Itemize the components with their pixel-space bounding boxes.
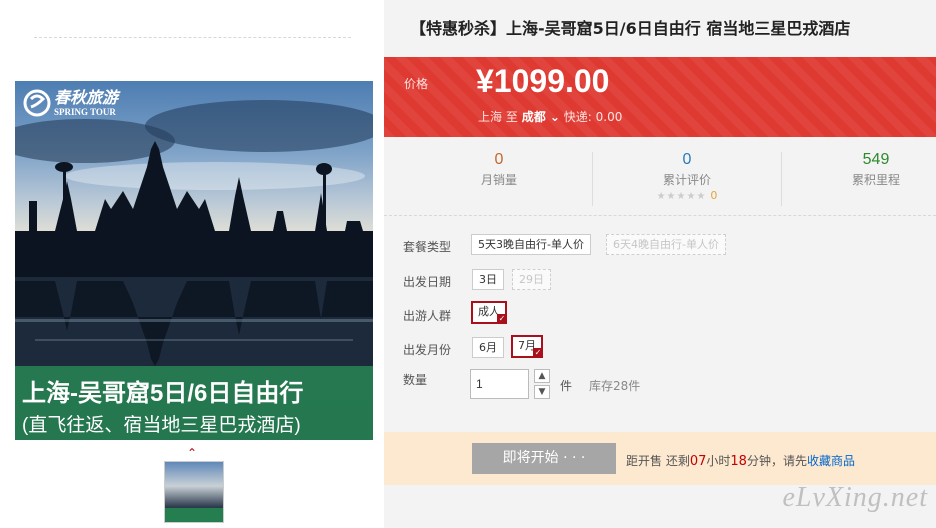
departure-date-label: 出发日期: [403, 275, 452, 289]
watermark: eLvXing.net: [782, 482, 928, 513]
spring-tour-logo-icon: [23, 89, 51, 117]
date-option-29[interactable]: 29日: [512, 269, 551, 290]
date-option-3[interactable]: 3日: [472, 269, 504, 290]
purchase-bar: 即将开始 · · · 距开售 还剩07小时18分钟，请先收藏商品: [384, 432, 936, 485]
from-city: 上海: [478, 110, 503, 124]
mileage-label: 累积里程: [851, 173, 900, 187]
quantity-input[interactable]: [470, 369, 529, 399]
price-bar: 价格 ¥1099.00 上海 至 成都 ⌄ 快递: 0.00: [384, 57, 936, 137]
reviews-label: 累计评价: [662, 173, 711, 187]
chevron-down-icon: ⌄: [549, 110, 560, 124]
monthly-sales-label: 月销量: [480, 173, 517, 187]
countdown-minutes: 18: [730, 454, 747, 469]
divider: [34, 37, 351, 38]
gallery-panel: 春秋旅游 SPRING TOUR 上海-吴哥窟5日/6日自由行 (直飞往返、宿当…: [0, 0, 384, 528]
brand-name-cn: 春秋旅游: [54, 87, 119, 107]
stock-count: 库存28件: [589, 379, 641, 393]
rating: ★★★★★ 0: [592, 188, 782, 202]
selected-check-icon: ✓: [497, 314, 507, 324]
thumbnail-up-arrow-icon[interactable]: ⌃: [187, 446, 197, 460]
shipping-route: 上海 至 成都 ⌄ 快递: 0.00: [478, 108, 622, 125]
selected-check-icon: ✓: [533, 348, 543, 358]
package-type-label: 套餐类型: [403, 240, 452, 254]
mileage-value: 549: [862, 151, 890, 168]
star-rating-icon: ★★★★★: [656, 191, 707, 202]
traveler-option-adult[interactable]: 成人 ✓: [471, 301, 507, 324]
countdown-prefix: 距开售 还剩: [626, 454, 690, 468]
stat-mileage: 549 累积里程: [781, 151, 936, 188]
quantity-label: 数量: [403, 373, 428, 387]
month-option-6[interactable]: 6月: [472, 337, 504, 358]
favorite-link[interactable]: 收藏商品: [807, 454, 855, 468]
brand-logo: 春秋旅游 SPRING TOUR: [23, 89, 118, 117]
countdown-hours-unit: 小时: [706, 454, 731, 468]
stat-reviews[interactable]: 0 累计评价 ★★★★★ 0: [592, 151, 782, 202]
product-title: 【特惠秒杀】上海-吴哥窟5日/6日自由行 宿当地三星巴戎酒店: [410, 19, 851, 38]
countdown-hours: 07: [689, 454, 707, 469]
thumbnail-caption-band: [165, 508, 223, 522]
quantity-unit: 件: [560, 379, 573, 393]
countdown-minutes-unit: 分钟，请先: [746, 454, 807, 468]
package-option-6d4n[interactable]: 6天4晚自由行-单人价: [606, 234, 726, 255]
thumbnail-image[interactable]: [164, 461, 224, 523]
product-info-panel: 【特惠秒杀】上海-吴哥窟5日/6日自由行 宿当地三星巴戎酒店 价格 ¥1099.…: [384, 0, 936, 528]
package-option-5d3n[interactable]: 5天3晚自由行-单人价: [471, 234, 591, 255]
image-title: 上海-吴哥窟5日/6日自由行: [22, 380, 304, 407]
image-subtitle: (直飞往返、宿当地三星巴戎酒店): [22, 415, 301, 436]
traveler-group-label: 出游人群: [403, 309, 452, 323]
reviews-value: 0: [682, 151, 692, 168]
to-word: 至: [505, 110, 518, 124]
stats-row: 0 月销量 0 累计评价 ★★★★★ 0 549 累积里程: [384, 140, 936, 213]
price-label: 价格: [404, 77, 429, 91]
to-city-label: 成都: [521, 110, 546, 124]
sale-countdown: 距开售 还剩07小时18分钟，请先收藏商品: [626, 452, 855, 469]
quantity-increase-icon[interactable]: ▲: [534, 369, 550, 383]
brand-name-en: SPRING TOUR: [54, 106, 116, 117]
rating-count: 0: [710, 189, 718, 202]
divider: [384, 215, 936, 216]
month-option-7[interactable]: 7月 ✓: [511, 335, 543, 358]
price-value: ¥1099.00: [476, 63, 610, 99]
to-city-dropdown[interactable]: 成都 ⌄: [522, 110, 560, 124]
departure-month-label: 出发月份: [403, 343, 452, 357]
coming-soon-button[interactable]: 即将开始 · · ·: [472, 443, 616, 474]
quantity-decrease-icon[interactable]: ▼: [534, 385, 550, 399]
shipping-fee: 快递: 0.00: [563, 110, 623, 124]
stat-monthly-sales: 0 月销量: [404, 151, 594, 188]
monthly-sales-value: 0: [494, 151, 504, 168]
